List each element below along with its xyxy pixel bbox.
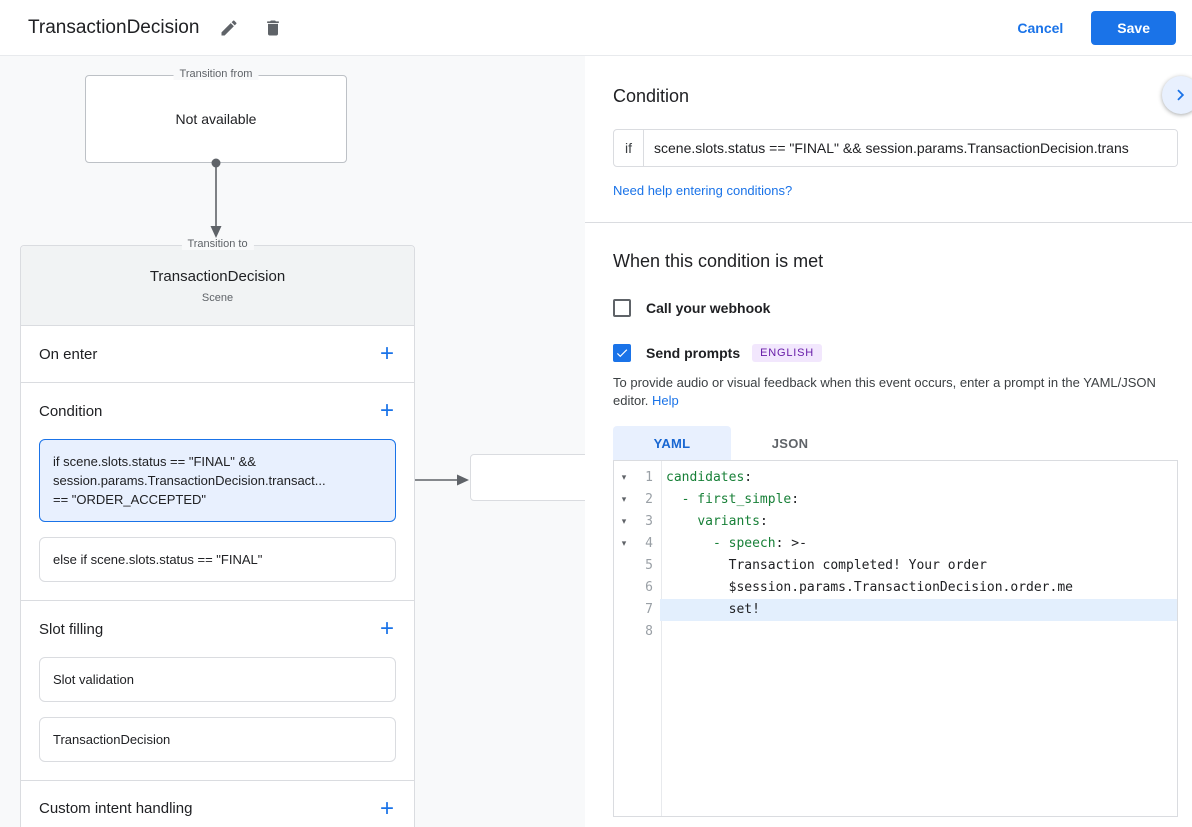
transition-from-node[interactable]: Transition from Not available: [85, 75, 347, 163]
code-line-content: Transaction completed! Your order: [660, 555, 1177, 577]
prompts-description-text: To provide audio or visual feedback when…: [613, 375, 1156, 408]
editor-line[interactable]: ▾4 - speech: >-: [614, 533, 1177, 555]
save-button[interactable]: Save: [1091, 11, 1176, 45]
custom-intent-section-header: Custom intent handling +: [21, 780, 414, 827]
fold-arrow-icon[interactable]: ▾: [614, 511, 634, 533]
on-enter-label: On enter: [39, 346, 97, 363]
main-content: Transition from Not available Transition…: [0, 56, 1192, 827]
scene-card-header: Transition to TransactionDecision Scene: [21, 246, 414, 326]
delete-scene-button[interactable]: [259, 14, 287, 42]
transition-arrow-down: [201, 158, 231, 242]
line-number: 5: [634, 555, 660, 577]
fold-gutter: [614, 577, 634, 599]
editor-tabs: YAML JSON: [613, 426, 1192, 460]
cancel-button[interactable]: Cancel: [1017, 20, 1063, 36]
send-prompts-row: Send prompts ENGLISH: [613, 344, 1192, 362]
editor-line[interactable]: 5 Transaction completed! Your order: [614, 555, 1177, 577]
if-label: if: [614, 130, 644, 166]
add-condition-button[interactable]: +: [370, 394, 404, 428]
call-webhook-checkbox[interactable]: [613, 299, 631, 317]
add-custom-intent-button[interactable]: +: [370, 792, 404, 826]
send-prompts-checkbox[interactable]: [613, 344, 631, 362]
condition-section-label: Condition: [39, 403, 102, 420]
code-line-content: set!: [660, 599, 1177, 621]
condition-item[interactable]: else if scene.slots.status == "FINAL": [39, 537, 396, 582]
code-line-content: - speech: >-: [660, 533, 1177, 555]
language-badge: ENGLISH: [752, 344, 822, 362]
condition-section-header: Condition +: [21, 383, 414, 439]
fold-arrow-icon[interactable]: ▾: [614, 489, 634, 511]
fold-gutter: [614, 555, 634, 577]
add-slot-button[interactable]: +: [370, 612, 404, 646]
editor-line[interactable]: ▾2 - first_simple:: [614, 489, 1177, 511]
code-line-content: variants:: [660, 511, 1177, 533]
page-title: TransactionDecision: [28, 17, 199, 39]
app-header: TransactionDecision Cancel Save: [0, 0, 1192, 56]
transition-from-value: Not available: [176, 111, 257, 127]
slot-item-transaction-decision[interactable]: TransactionDecision: [39, 717, 396, 762]
line-number: 1: [634, 467, 660, 489]
trash-icon: [263, 18, 283, 38]
scene-diagram-canvas: Transition from Not available Transition…: [0, 56, 585, 827]
tab-yaml[interactable]: YAML: [613, 426, 731, 460]
prompts-description: To provide audio or visual feedback when…: [613, 374, 1173, 410]
yaml-editor[interactable]: ▾1candidates:▾2 - first_simple:▾3 varian…: [613, 460, 1178, 817]
line-number: 7: [634, 599, 660, 621]
pencil-icon: [219, 18, 239, 38]
editor-line[interactable]: ▾1candidates:: [614, 467, 1177, 489]
fold-arrow-icon[interactable]: ▾: [614, 467, 634, 489]
condition-help-link[interactable]: Need help entering conditions?: [613, 183, 792, 198]
line-number: 4: [634, 533, 660, 555]
call-webhook-label: Call your webhook: [646, 300, 770, 316]
editor-line[interactable]: 7 set!: [614, 599, 1177, 621]
add-on-enter-button[interactable]: +: [370, 337, 404, 371]
condition-item-selected[interactable]: if scene.slots.status == "FINAL" && sess…: [39, 439, 396, 522]
line-number: 3: [634, 511, 660, 533]
fold-gutter: [614, 599, 634, 621]
condition-panel: Condition if Need help entering conditio…: [585, 56, 1192, 827]
slot-filling-label: Slot filling: [39, 621, 103, 638]
slot-item-validation[interactable]: Slot validation: [39, 657, 396, 702]
scene-card: Transition to TransactionDecision Scene …: [20, 245, 415, 827]
tab-json[interactable]: JSON: [731, 426, 849, 460]
fold-gutter: [614, 621, 634, 643]
scene-card-subtitle: Scene: [21, 292, 414, 304]
code-line-content: $session.params.TransactionDecision.orde…: [660, 577, 1177, 599]
slot-items: Slot validation TransactionDecision: [21, 657, 414, 780]
condition-expression-input[interactable]: [644, 130, 1177, 166]
condition-items: if scene.slots.status == "FINAL" && sess…: [21, 439, 414, 600]
condition-target-node[interactable]: [470, 454, 585, 501]
webhook-row: Call your webhook: [613, 299, 1192, 317]
send-prompts-label: Send prompts: [646, 345, 740, 361]
transition-from-tag: Transition from: [174, 68, 259, 80]
condition-section: Condition + if scene.slots.status == "FI…: [21, 382, 414, 600]
code-line-content: candidates:: [660, 467, 1177, 489]
code-line-content: - first_simple:: [660, 489, 1177, 511]
slot-filling-section: Slot filling + Slot validation Transacti…: [21, 600, 414, 780]
help-link[interactable]: Help: [652, 393, 679, 408]
check-icon: [615, 346, 629, 360]
code-line-content: [660, 621, 1177, 643]
editor-line[interactable]: 8: [614, 621, 1177, 643]
slot-filling-section-header: Slot filling +: [21, 601, 414, 657]
when-condition-title: When this condition is met: [613, 251, 1192, 272]
editor-line[interactable]: ▾3 variants:: [614, 511, 1177, 533]
next-condition-button[interactable]: [1162, 76, 1192, 114]
transition-to-tag: Transition to: [181, 238, 253, 250]
chevron-right-icon: [1170, 84, 1192, 106]
condition-expression-row: if: [613, 129, 1178, 167]
edit-title-button[interactable]: [215, 14, 243, 42]
on-enter-section-header: On enter +: [21, 326, 414, 382]
fold-arrow-icon[interactable]: ▾: [614, 533, 634, 555]
line-number: 6: [634, 577, 660, 599]
yaml-editor-lines: ▾1candidates:▾2 - first_simple:▾3 varian…: [614, 467, 1177, 643]
line-number: 2: [634, 489, 660, 511]
panel-divider: [585, 222, 1192, 223]
line-number: 8: [634, 621, 660, 643]
scene-card-title: TransactionDecision: [21, 268, 414, 285]
condition-panel-title: Condition: [613, 86, 1192, 107]
custom-intent-label: Custom intent handling: [39, 800, 192, 817]
editor-line[interactable]: 6 $session.params.TransactionDecision.or…: [614, 577, 1177, 599]
